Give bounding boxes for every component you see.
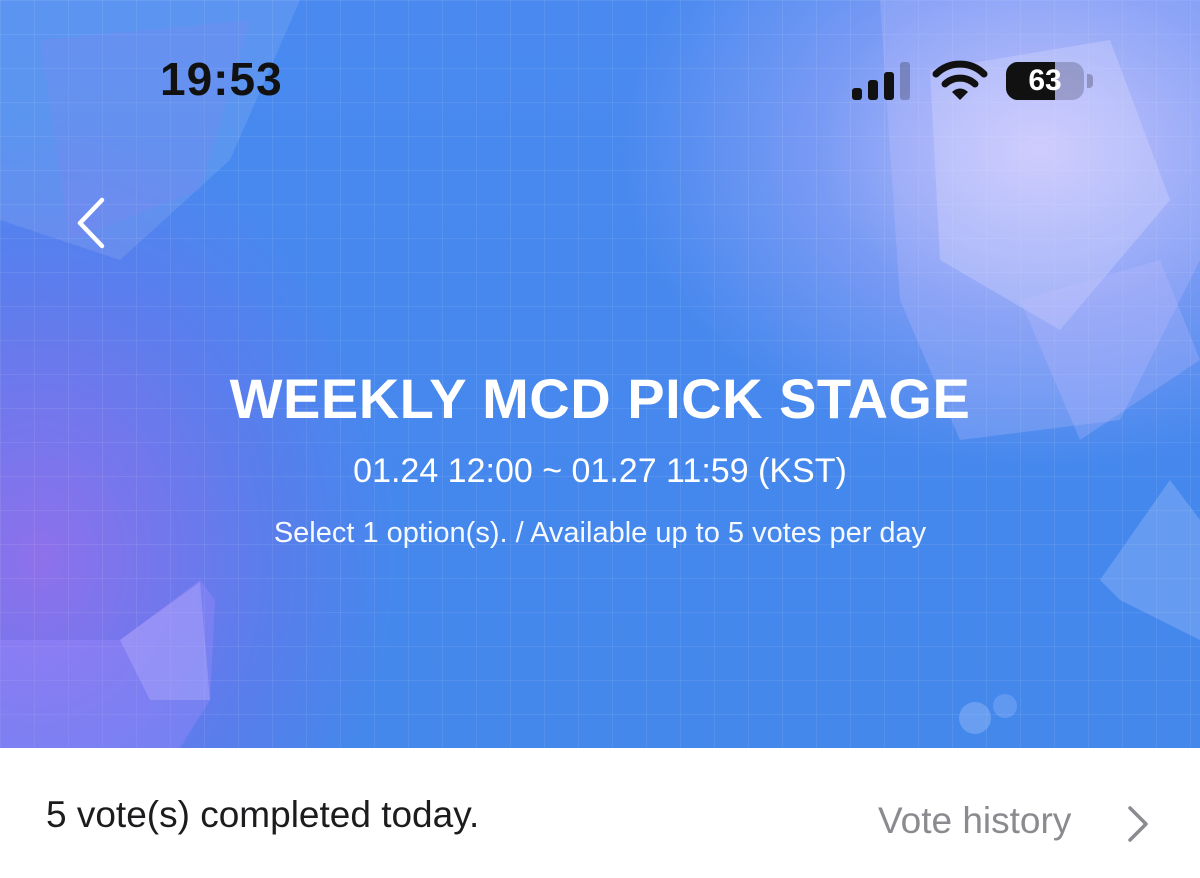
battery-level: 63 (1028, 64, 1062, 97)
event-period: 01.24 12:00 ~ 01.27 11:59 (KST) (353, 452, 847, 490)
cellular-signal-icon (852, 62, 914, 100)
back-button[interactable] (64, 188, 124, 258)
event-title: WEEKLY MCD PICK STAGE (229, 367, 971, 430)
vote-rules: Select 1 option(s). / Available up to 5 … (273, 517, 927, 549)
battery-cap (1087, 74, 1093, 88)
battery-body: 63 (1006, 62, 1084, 100)
vote-history-label: Vote history (878, 800, 1072, 841)
wifi-icon (932, 60, 988, 100)
vote-history-link[interactable]: Vote history (870, 792, 1170, 852)
battery-icon: 63 (1006, 62, 1096, 102)
chevron-right-icon (1128, 806, 1148, 842)
status-bar-time: 19:53 (160, 53, 283, 105)
votes-completed-text: 5 vote(s) completed today. (46, 794, 480, 835)
chevron-left-icon (77, 197, 105, 249)
event-banner: 19:53 63 WEEKLY MCD PICK STAGE 01.24 12:… (0, 0, 1200, 748)
